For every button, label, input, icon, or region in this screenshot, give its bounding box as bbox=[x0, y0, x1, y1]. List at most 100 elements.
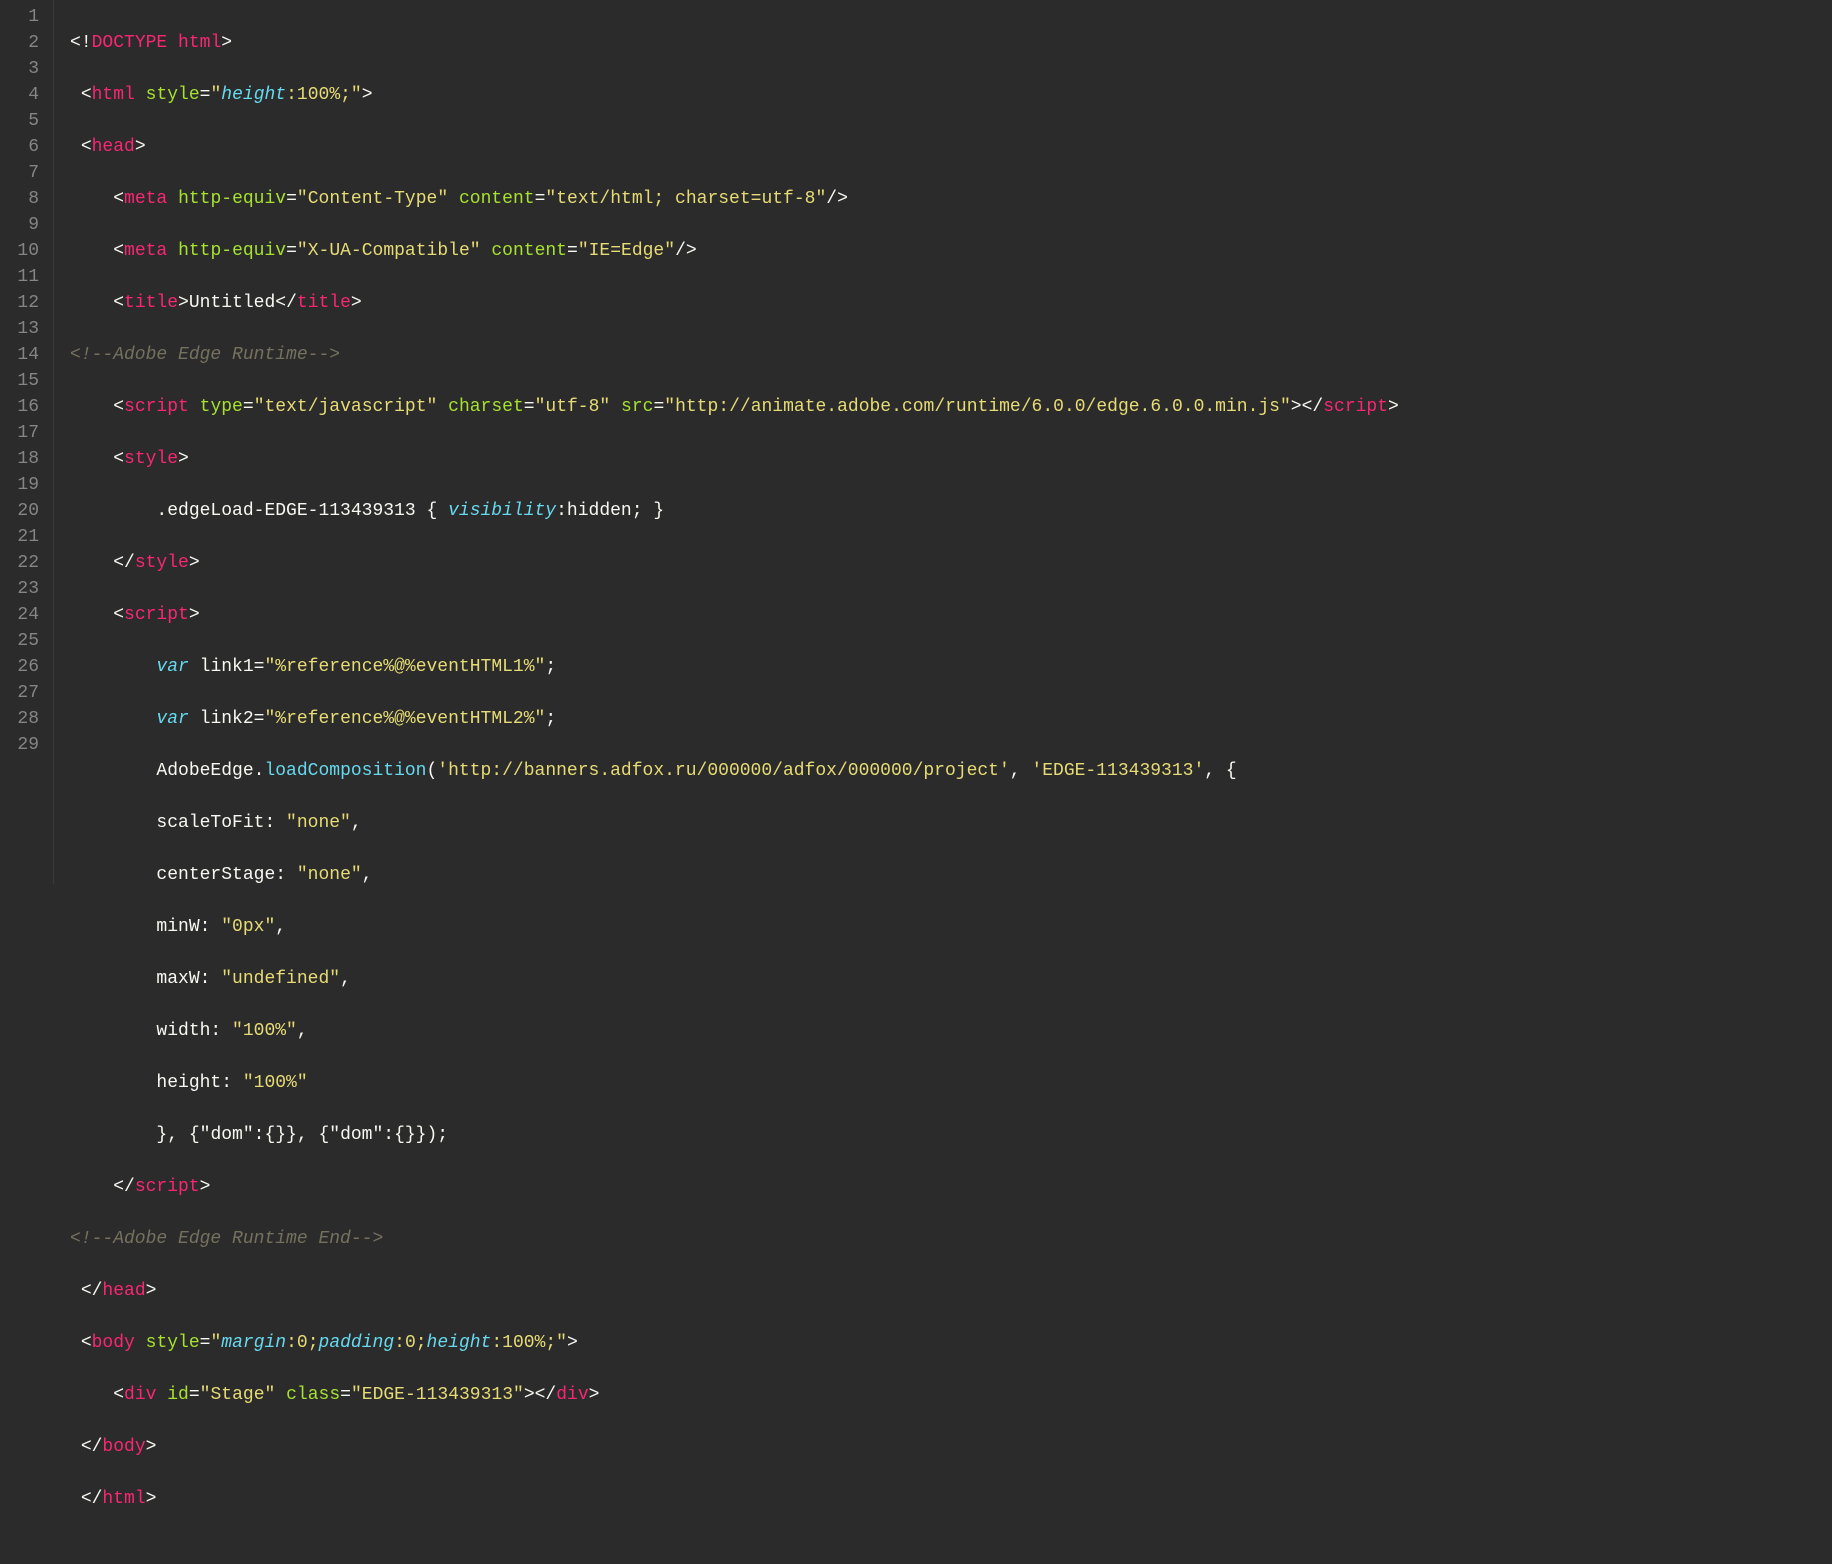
punct: , bbox=[351, 813, 362, 833]
code-line[interactable]: minW: "0px", bbox=[70, 914, 1832, 940]
punct: > bbox=[146, 1281, 157, 1301]
line-number: 23 bbox=[12, 576, 39, 602]
punct: = bbox=[524, 397, 535, 417]
title-text: Untitled bbox=[189, 293, 275, 313]
quote: " bbox=[297, 241, 308, 261]
code-line[interactable]: AdobeEdge.loadComposition('http://banner… bbox=[70, 758, 1832, 784]
code-line[interactable]: <head> bbox=[70, 134, 1832, 160]
quote: " bbox=[427, 397, 438, 417]
punct: > bbox=[362, 85, 373, 105]
code-line[interactable]: <script> bbox=[70, 602, 1832, 628]
css-prop: visibility bbox=[448, 501, 556, 521]
space bbox=[135, 85, 146, 105]
code-line[interactable]: <title>Untitled</title> bbox=[70, 290, 1832, 316]
attr-http-equiv: http-equiv bbox=[178, 189, 286, 209]
code-line[interactable]: <!DOCTYPE html> bbox=[70, 30, 1832, 56]
quote: " bbox=[254, 397, 265, 417]
tag-head: head bbox=[102, 1281, 145, 1301]
punct: > bbox=[200, 1177, 211, 1197]
code-line[interactable]: <script type="text/javascript" charset="… bbox=[70, 394, 1832, 420]
comment: <!--Adobe Edge Runtime End--> bbox=[70, 1229, 383, 1249]
code-line[interactable]: <meta http-equiv="X-UA-Compatible" conte… bbox=[70, 238, 1832, 264]
code-line[interactable]: </style> bbox=[70, 550, 1832, 576]
code-line[interactable]: </script> bbox=[70, 1174, 1832, 1200]
punct: > bbox=[351, 293, 362, 313]
punct: . bbox=[254, 761, 265, 781]
code-area[interactable]: <!DOCTYPE html> <html style="height:100%… bbox=[54, 0, 1832, 884]
code-line[interactable]: </html> bbox=[70, 1486, 1832, 1512]
tag-body: body bbox=[92, 1333, 135, 1353]
identifier: AdobeEdge bbox=[156, 761, 253, 781]
punct: > bbox=[524, 1385, 535, 1405]
punct: > bbox=[146, 1437, 157, 1457]
punct: > bbox=[146, 1489, 157, 1509]
code-line[interactable]: var link2="%reference%@%eventHTML2%"; bbox=[70, 706, 1832, 732]
code-line[interactable]: <!--Adobe Edge Runtime End--> bbox=[70, 1226, 1832, 1252]
punct: </ bbox=[535, 1385, 557, 1405]
attr-content: content bbox=[491, 241, 567, 261]
line-number: 24 bbox=[12, 602, 39, 628]
line-number: 1 bbox=[12, 4, 39, 30]
code-line[interactable]: <meta http-equiv="Content-Type" content=… bbox=[70, 186, 1832, 212]
space bbox=[156, 1385, 167, 1405]
code-line[interactable]: var link1="%reference%@%eventHTML1%"; bbox=[70, 654, 1832, 680]
tag-meta: meta bbox=[124, 189, 167, 209]
css-prop: margin bbox=[221, 1333, 286, 1353]
line-number: 19 bbox=[12, 472, 39, 498]
space bbox=[167, 241, 178, 261]
space bbox=[275, 1385, 286, 1405]
attr-class: class bbox=[286, 1385, 340, 1405]
quote: " bbox=[535, 397, 546, 417]
line-number: 2 bbox=[12, 30, 39, 56]
identifier: link1 bbox=[200, 657, 254, 677]
code-line[interactable]: <!--Adobe Edge Runtime--> bbox=[70, 342, 1832, 368]
space bbox=[189, 657, 200, 677]
code-line[interactable]: </body> bbox=[70, 1434, 1832, 1460]
code-line[interactable]: .edgeLoad-EDGE-113439313 { visibility:hi… bbox=[70, 498, 1832, 524]
prop-key: centerStage: bbox=[156, 865, 296, 885]
punct: </ bbox=[275, 293, 297, 313]
code-line[interactable]: <style> bbox=[70, 446, 1832, 472]
string: 'EDGE-113439313' bbox=[1031, 761, 1204, 781]
code-line[interactable]: width: "100%", bbox=[70, 1018, 1832, 1044]
string: "0px" bbox=[221, 917, 275, 937]
code-editor: 1 2 3 4 5 6 7 8 9 10 11 12 13 14 15 16 1… bbox=[0, 0, 1832, 884]
quote: " bbox=[664, 241, 675, 261]
punct: , bbox=[297, 1021, 308, 1041]
identifier: link2 bbox=[200, 709, 254, 729]
css-val: :hidden; bbox=[556, 501, 653, 521]
punct: > bbox=[221, 33, 232, 53]
code-line[interactable]: <div id="Stage" class="EDGE-113439313"><… bbox=[70, 1382, 1832, 1408]
code-line[interactable]: <html style="height:100%;"> bbox=[70, 82, 1832, 108]
quote: " bbox=[351, 85, 362, 105]
code-line[interactable]: <body style="margin:0;padding:0;height:1… bbox=[70, 1330, 1832, 1356]
tag-script: script bbox=[1323, 397, 1388, 417]
line-number: 11 bbox=[12, 264, 39, 290]
quote: " bbox=[535, 709, 546, 729]
punct: > bbox=[1291, 397, 1302, 417]
space bbox=[167, 189, 178, 209]
punct: = bbox=[243, 397, 254, 417]
tag-head: head bbox=[92, 137, 135, 157]
space bbox=[481, 241, 492, 261]
quote: " bbox=[351, 1385, 362, 1405]
code-line[interactable]: maxW: "undefined", bbox=[70, 966, 1832, 992]
line-number: 26 bbox=[12, 654, 39, 680]
tag-div: div bbox=[124, 1385, 156, 1405]
line-number: 22 bbox=[12, 550, 39, 576]
brace: { bbox=[426, 501, 437, 521]
code-line[interactable]: centerStage: "none", bbox=[70, 862, 1832, 888]
code-line[interactable]: }, {"dom":{}}, {"dom":{}}); bbox=[70, 1122, 1832, 1148]
code-line[interactable]: height: "100%" bbox=[70, 1070, 1832, 1096]
quote: " bbox=[535, 657, 546, 677]
punct: = bbox=[286, 189, 297, 209]
punct: < bbox=[113, 293, 124, 313]
punct: , bbox=[362, 865, 373, 885]
comment: <!--Adobe Edge Runtime--> bbox=[70, 345, 340, 365]
string: EDGE-113439313 bbox=[362, 1385, 513, 1405]
punct: , bbox=[275, 917, 286, 937]
string: X-UA-Compatible bbox=[308, 241, 470, 261]
code-line[interactable]: </head> bbox=[70, 1278, 1832, 1304]
punct: > bbox=[135, 137, 146, 157]
code-line[interactable]: scaleToFit: "none", bbox=[70, 810, 1832, 836]
